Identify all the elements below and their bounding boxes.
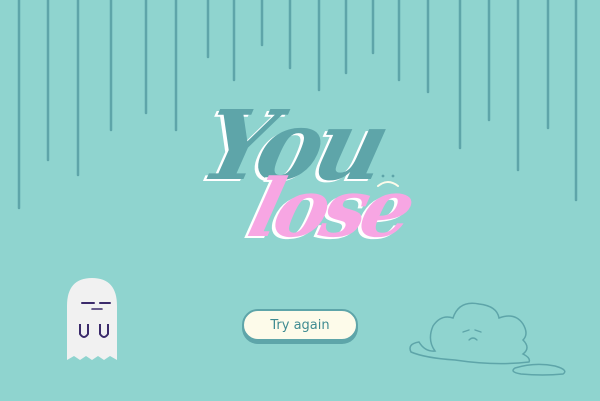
ghost-character: [67, 278, 117, 360]
melting-cloud: [409, 302, 566, 376]
try-again-button[interactable]: Try again: [242, 309, 358, 341]
sad-face-icon: [377, 174, 399, 187]
try-again-label: Try again: [270, 317, 330, 333]
